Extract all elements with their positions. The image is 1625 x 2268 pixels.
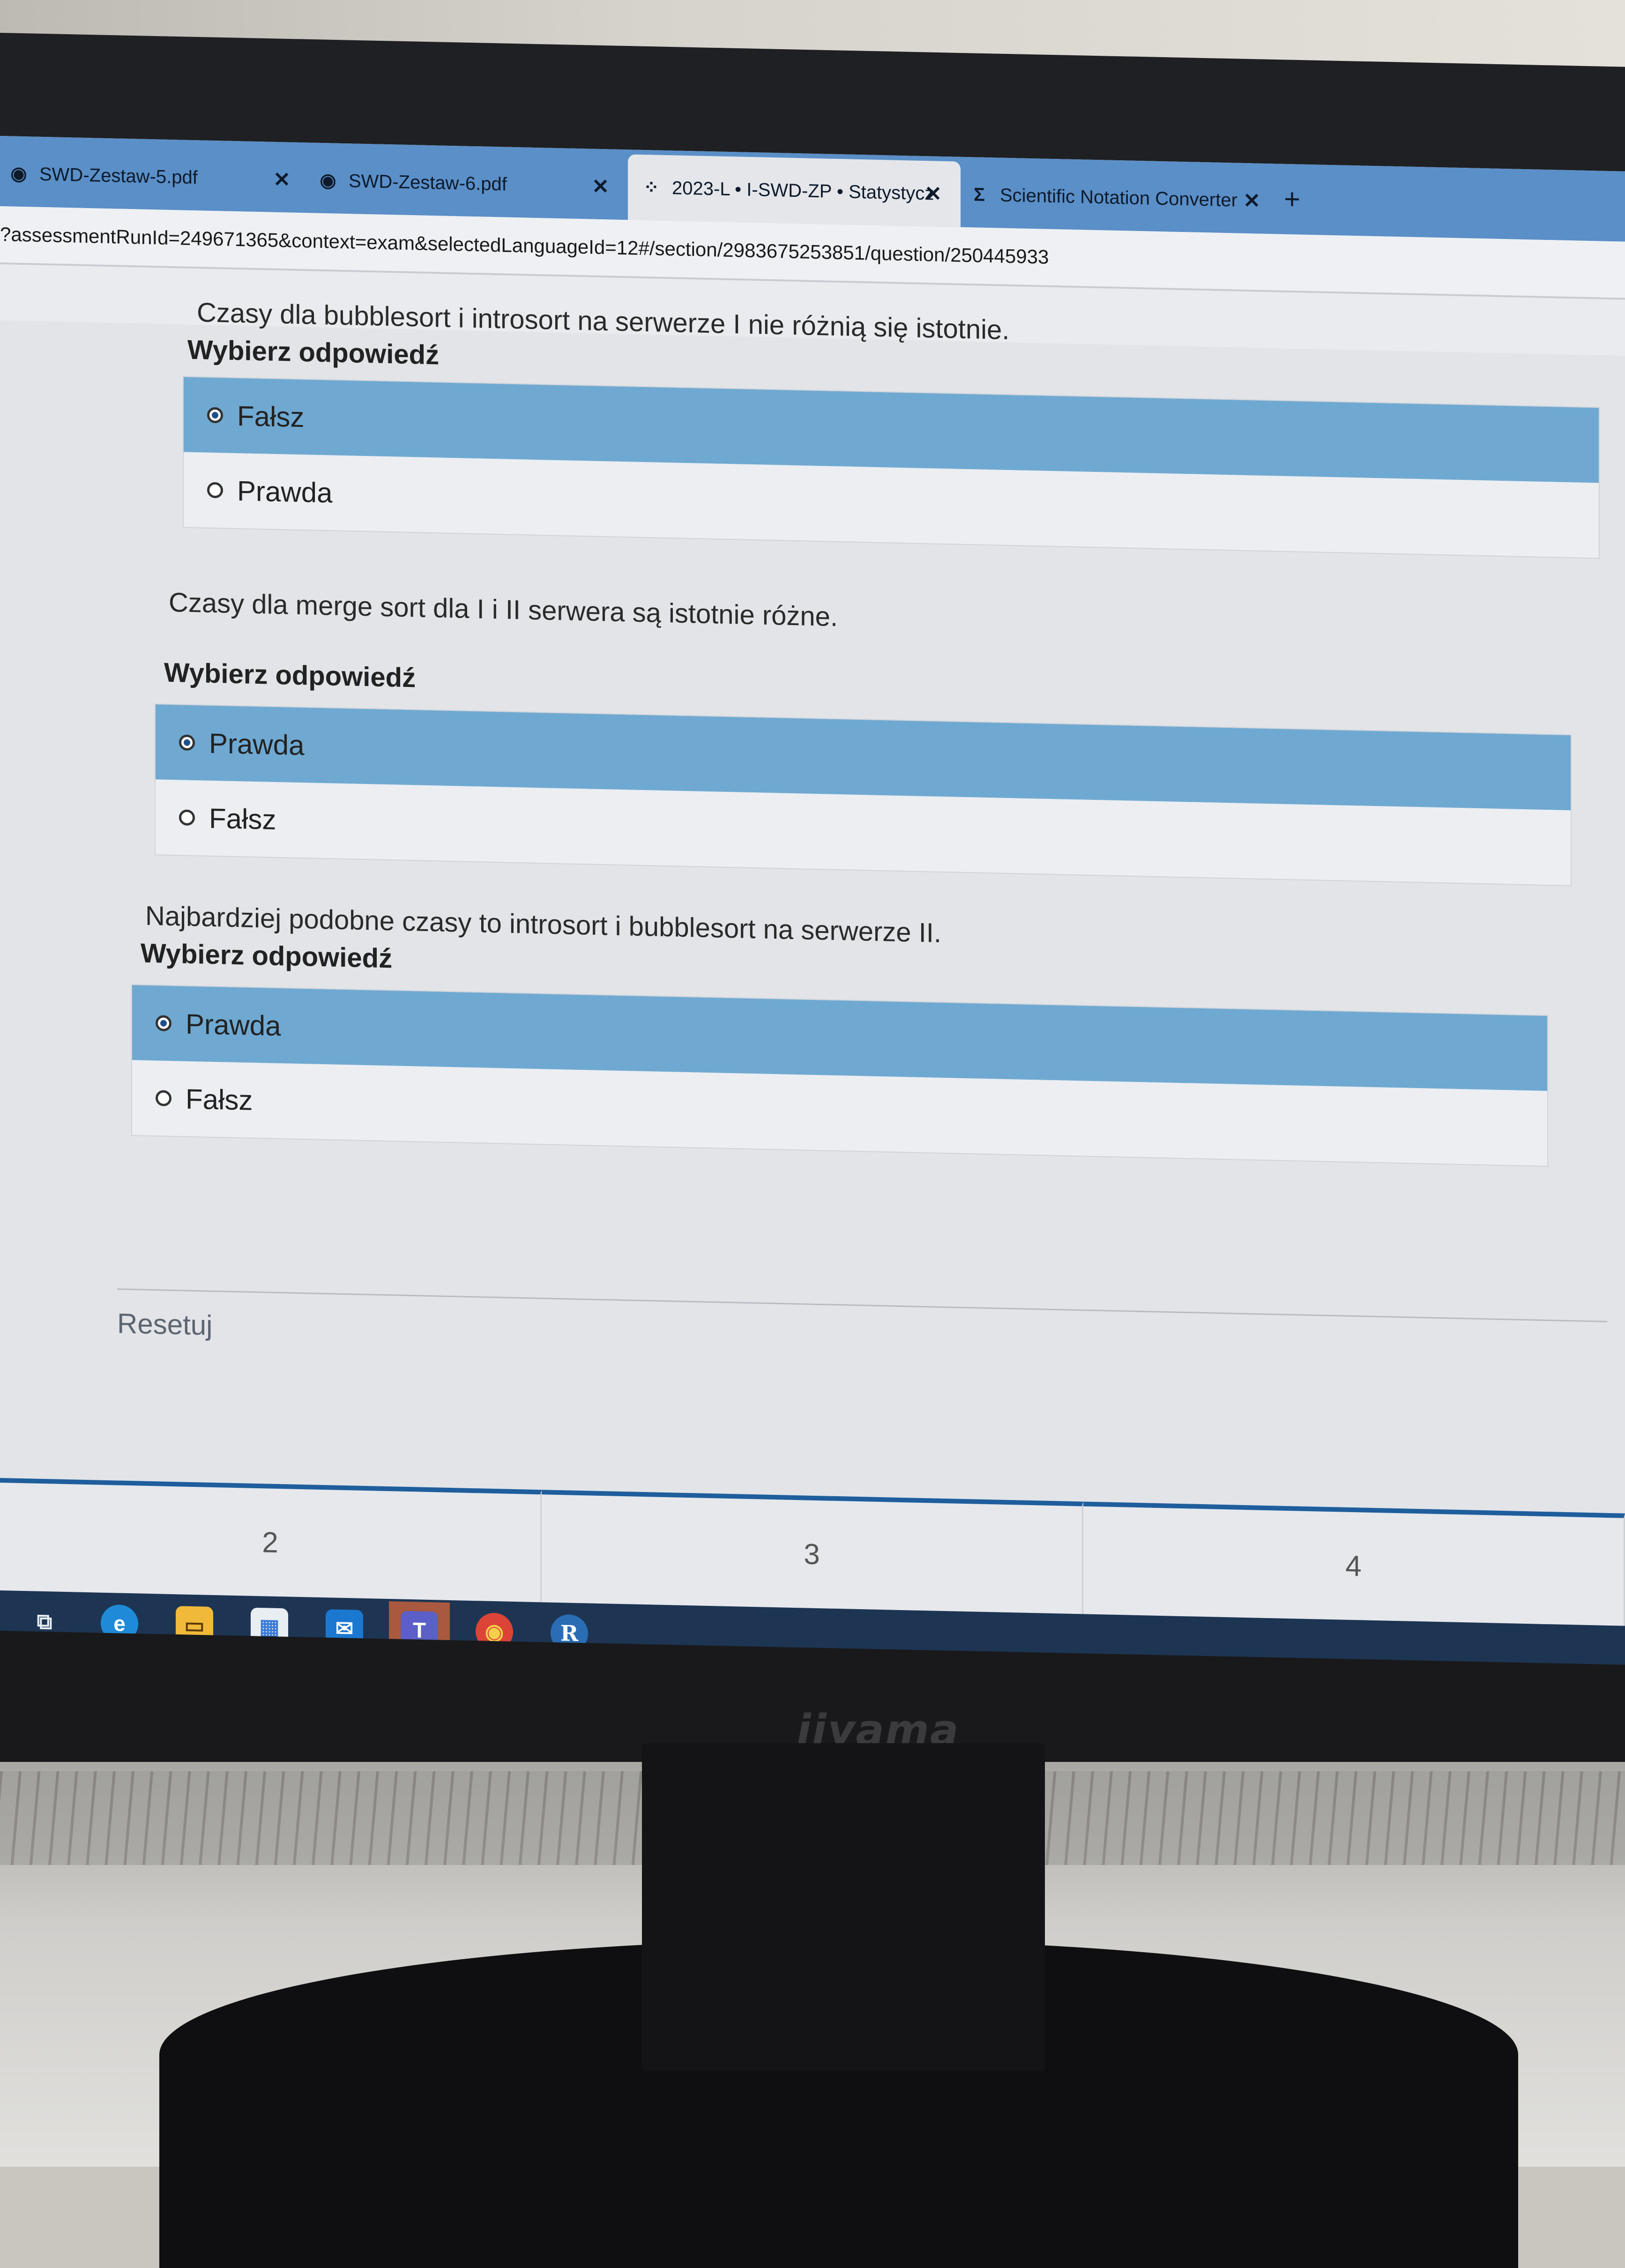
close-icon[interactable]: ✕ (1243, 188, 1260, 213)
close-icon[interactable]: ✕ (273, 167, 291, 192)
close-icon[interactable]: ✕ (592, 174, 609, 199)
answer-prompt: Wybierz odpowiedź (164, 657, 416, 694)
tab-title: 2023-L • I-SWD-ZP • Statystycz (672, 177, 934, 204)
url-text: ?assessmentRunId=249671365&context=exam&… (0, 223, 1049, 268)
page-2-button[interactable]: 2 (0, 1478, 542, 1603)
radio-unselected-icon[interactable] (156, 1090, 171, 1106)
tab-title: Scientific Notation Converter (1000, 185, 1237, 211)
option-label: Prawda (237, 475, 333, 508)
radio-unselected-icon[interactable] (207, 482, 223, 499)
option-label: Fałsz (186, 1083, 253, 1116)
option-label: Prawda (209, 727, 305, 761)
close-icon[interactable]: ✕ (924, 182, 942, 206)
answer-prompt: Wybierz odpowiedź (141, 938, 393, 974)
question-text: Czasy dla merge sort dla I i II serwera … (169, 587, 838, 633)
pdf-icon: ◉ (320, 170, 336, 191)
radio-selected-icon[interactable] (156, 1015, 171, 1031)
page-3-button[interactable]: 3 (542, 1490, 1083, 1614)
divider (117, 1288, 1607, 1322)
course-icon: ⁘ (643, 177, 659, 198)
answer-options: Prawda Fałsz (155, 703, 1572, 887)
tab-swd-zestaw-5[interactable]: ◉ SWD-Zestaw-5.pdf ✕ (0, 145, 309, 208)
page-4-button[interactable]: 4 (1083, 1501, 1625, 1626)
option-label: Fałsz (237, 400, 305, 433)
question-3: Najbardziej podobne czasy to introsort i… (0, 897, 1625, 1167)
tab-scientific-notation[interactable]: Σ Scientific Notation Converter ✕ (956, 166, 1279, 230)
answer-options: Fałsz Prawda (183, 376, 1600, 559)
question-2: Czasy dla merge sort dla I i II serwera … (0, 583, 1625, 887)
tab-title: SWD-Zestaw-5.pdf (39, 164, 198, 188)
answer-prompt: Wybierz odpowiedź (187, 334, 440, 371)
tab-title: SWD-Zestaw-6.pdf (349, 170, 507, 195)
answer-options: Prawda Fałsz (131, 984, 1548, 1167)
reset-button[interactable]: Resetuj (117, 1307, 212, 1341)
radio-unselected-icon[interactable] (179, 809, 195, 826)
option-label: Prawda (186, 1008, 281, 1042)
option-label: Fałsz (209, 802, 276, 836)
new-tab-button[interactable]: + (1284, 183, 1300, 216)
pdf-icon: ◉ (10, 163, 27, 185)
monitor-screen: ◉ SWD-Zestaw-5.pdf ✕ ◉ SWD-Zestaw-6.pdf … (0, 136, 1625, 1676)
radio-selected-icon[interactable] (179, 734, 195, 751)
monitor-stand-neck (642, 1743, 1045, 2071)
exam-content: Czasy dla bubblesort i introsort na serw… (0, 297, 1625, 1514)
tab-course-exam[interactable]: ⁘ 2023-L • I-SWD-ZP • Statystycz ✕ (628, 154, 961, 227)
tab-swd-zestaw-6[interactable]: ◉ SWD-Zestaw-6.pdf ✕ (309, 152, 628, 215)
radio-selected-icon[interactable] (207, 407, 223, 424)
sigma-icon: Σ (973, 184, 985, 205)
